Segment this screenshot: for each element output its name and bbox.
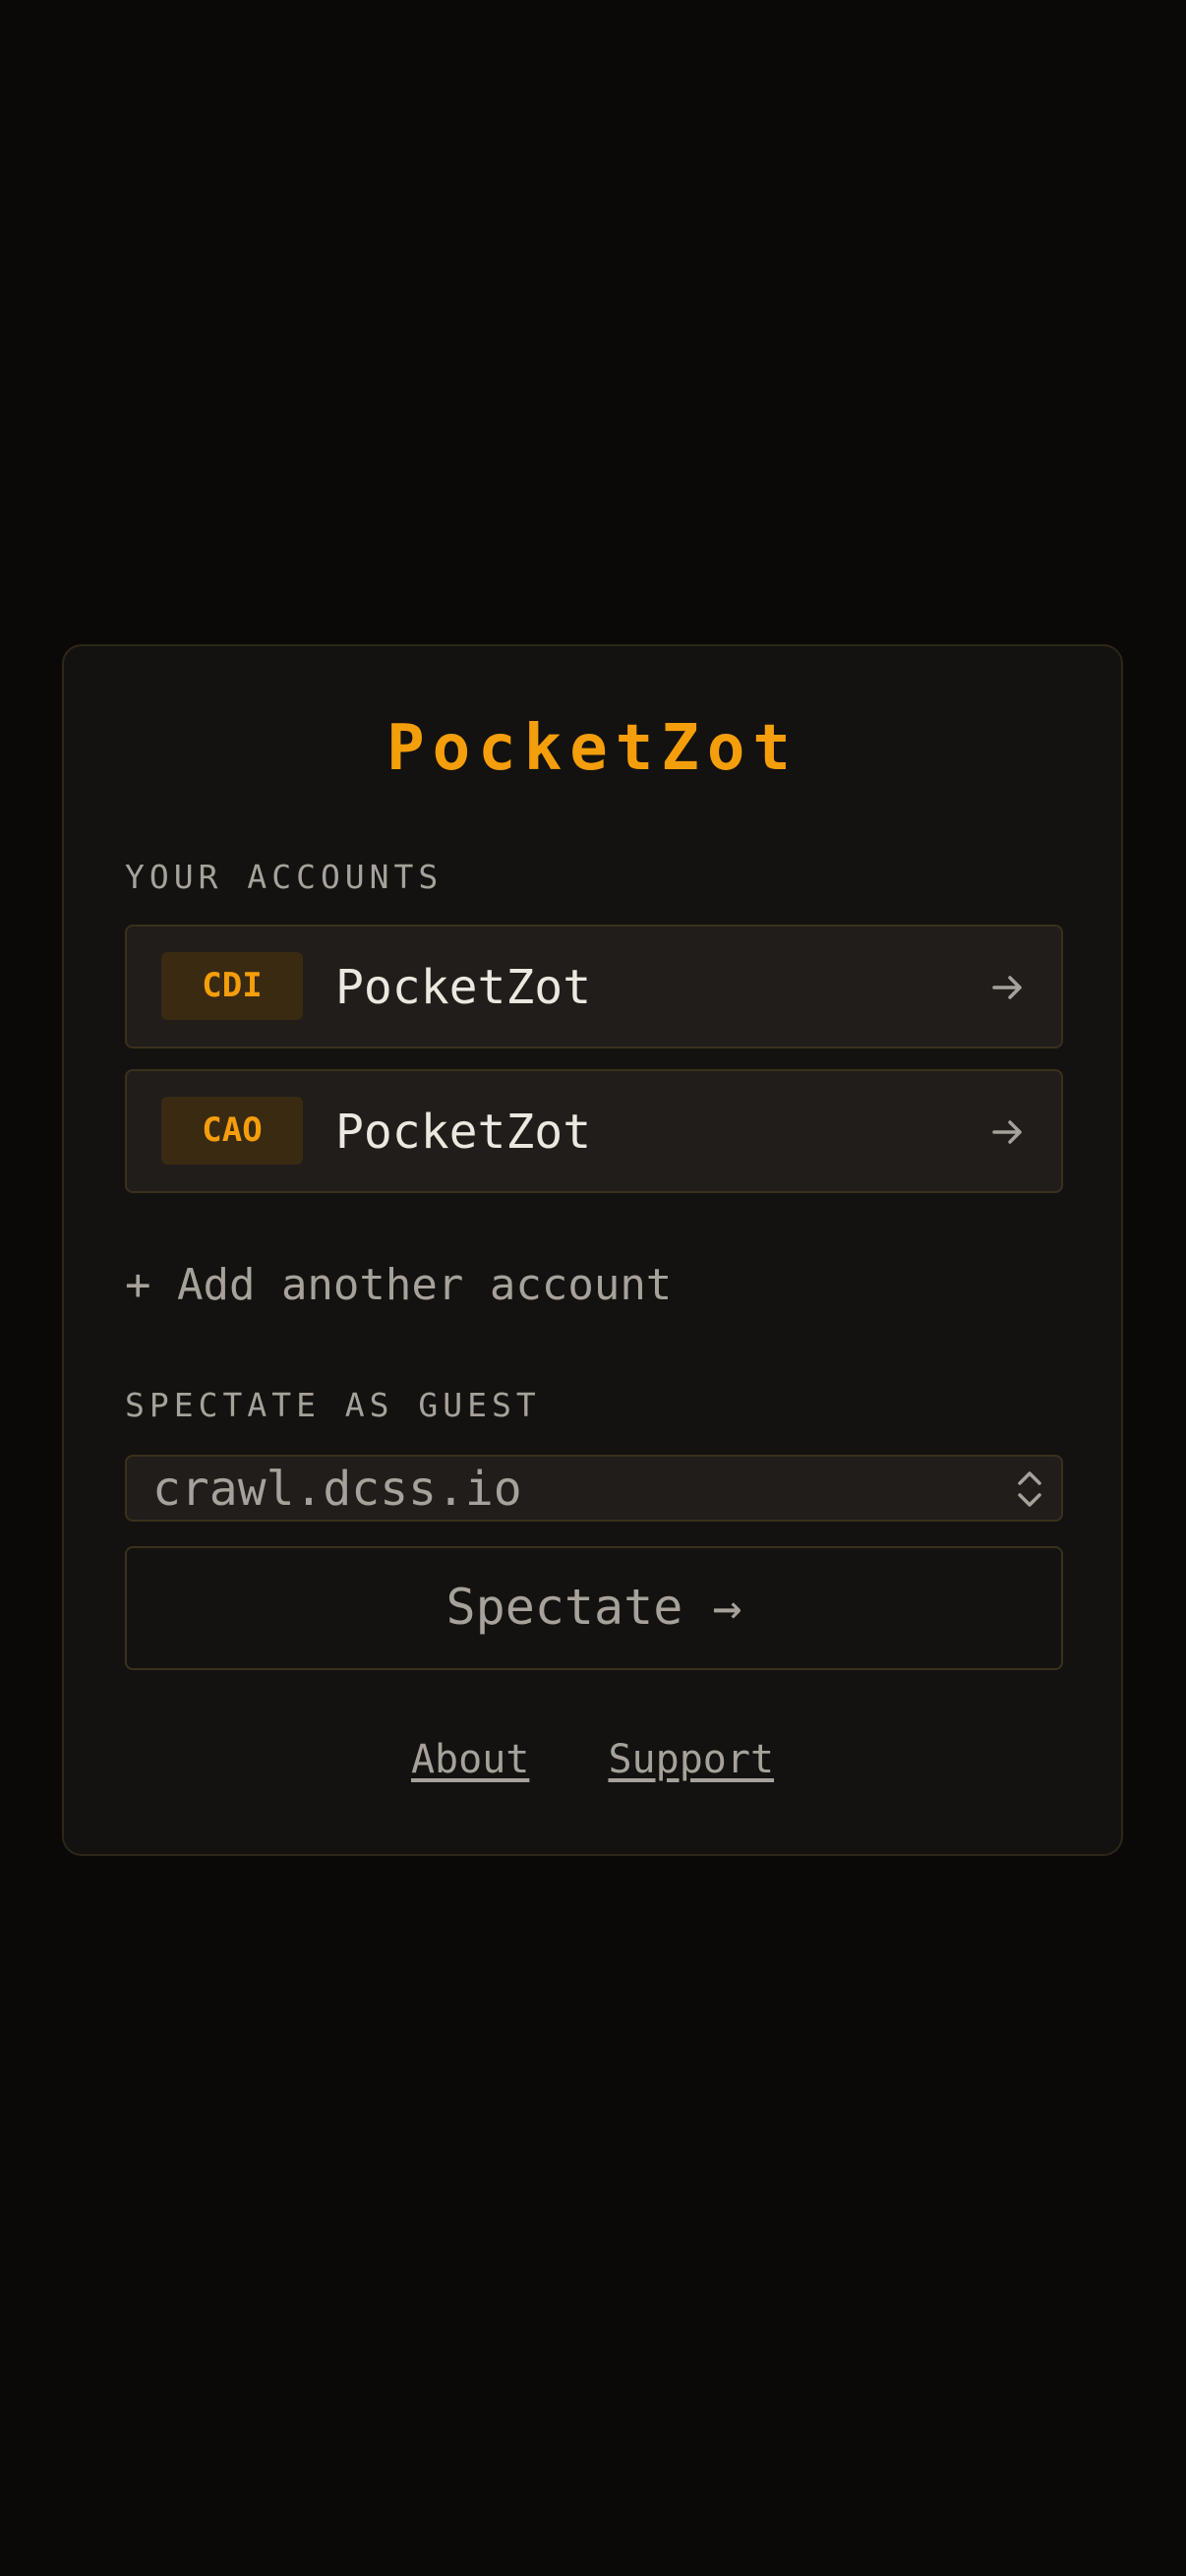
account-row-cao[interactable]: CAO PocketZot [125, 1069, 1063, 1193]
account-row-cdi[interactable]: CDI PocketZot [125, 925, 1063, 1048]
server-badge: CDI [161, 952, 303, 1020]
account-name: PocketZot [335, 960, 592, 1015]
account-name: PocketZot [335, 1105, 592, 1160]
guest-section-label: SPECTATE AS GUEST [125, 1386, 541, 1424]
footer-links: About Support [64, 1740, 1121, 1779]
support-link[interactable]: Support [608, 1737, 774, 1782]
add-account-link[interactable]: + Add another account [125, 1264, 672, 1307]
app-title: PocketZot [386, 712, 799, 785]
server-badge: CAO [161, 1097, 303, 1165]
arrow-right-icon [992, 976, 1022, 999]
login-card: PocketZot YOUR ACCOUNTS CDI PocketZot CA… [62, 644, 1123, 1856]
server-select[interactable]: crawl.dcss.io [125, 1455, 1063, 1522]
arrow-right-icon [992, 1120, 1022, 1144]
spectate-button[interactable]: Spectate → [125, 1546, 1063, 1670]
about-link[interactable]: About [411, 1737, 529, 1782]
server-select-value: crawl.dcss.io [152, 1462, 522, 1517]
chevron-up-down-icon [1018, 1471, 1041, 1507]
accounts-section-label: YOUR ACCOUNTS [125, 858, 444, 896]
